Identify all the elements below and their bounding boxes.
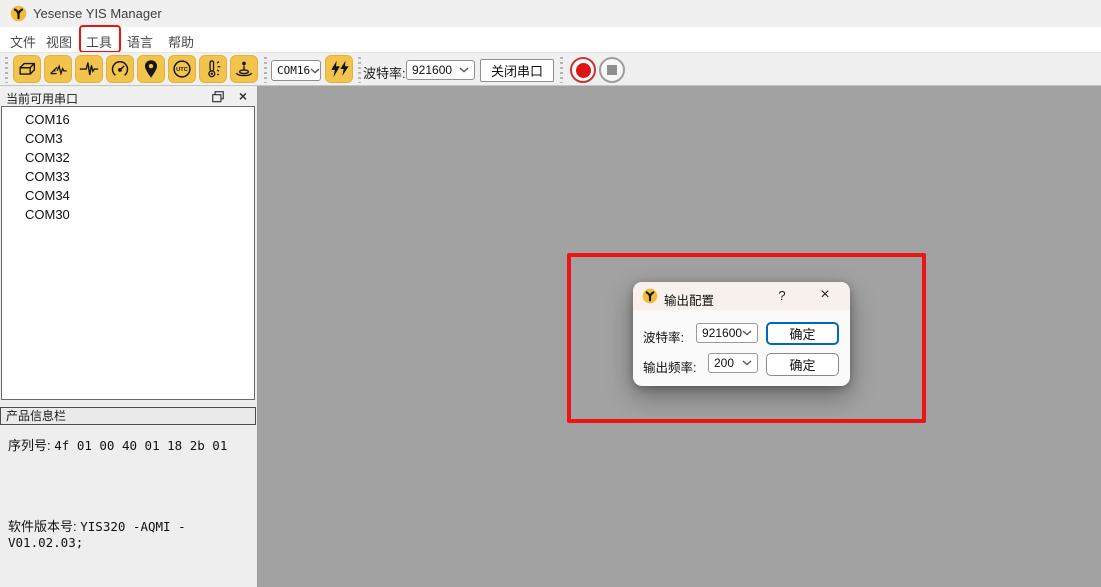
attitude-angle-icon[interactable] [44, 55, 72, 83]
toolbar-grip[interactable] [560, 57, 563, 83]
yesense-logo-icon [642, 288, 658, 304]
stop-button[interactable] [599, 57, 625, 83]
output-config-dialog: 输出配置 ? × 波特率: 921600 确定 输出频率: 200 确定 [633, 282, 850, 386]
menu-file[interactable]: 文件 [10, 32, 36, 51]
dialog-title-bar[interactable]: 输出配置 ? × [633, 282, 850, 310]
refresh-ports-button[interactable] [325, 55, 353, 83]
software-version-row: 软件版本号: YIS320 -AQMI -V01.02.03; [8, 516, 257, 550]
dialog-baud-rate-value: 921600 [702, 326, 742, 340]
window-title: Yesense YIS Manager [33, 6, 162, 21]
record-icon [576, 63, 591, 78]
waveform-icon[interactable] [75, 55, 103, 83]
menu-tools[interactable]: 工具 [86, 32, 112, 51]
menu-bar: 文件 视图 工具 语言 帮助 [0, 27, 1101, 52]
stop-icon [607, 65, 617, 75]
thermometer-icon[interactable] [199, 55, 227, 83]
dialog-output-freq-value: 200 [714, 356, 734, 370]
toolbar: UTC COM16 [0, 52, 1101, 86]
float-panel-icon[interactable] [211, 90, 225, 104]
toolbar-grip[interactable] [5, 57, 8, 83]
svg-text:UTC: UTC [176, 67, 188, 73]
dialog-output-freq-select[interactable]: 200 [708, 353, 758, 373]
port-select-value: COM16 [277, 64, 310, 77]
dock-panel-header: 当前可用串口 × [0, 87, 257, 106]
chevron-down-icon [459, 67, 469, 73]
yesense-logo-icon [10, 5, 27, 22]
serial-number-label: 序列号: [8, 438, 51, 453]
dialog-baud-confirm-button[interactable]: 确定 [766, 322, 839, 345]
dialog-close-button[interactable]: × [816, 286, 834, 304]
dialog-baud-rate-select[interactable]: 921600 [696, 323, 758, 343]
dialog-title: 输出配置 [664, 290, 714, 309]
baud-rate-label: 波特率: [363, 63, 406, 82]
refresh-lightning-icon [328, 58, 350, 80]
toolbar-grip[interactable] [358, 57, 361, 83]
utc-clock-icon[interactable]: UTC [168, 55, 196, 83]
title-bar: Yesense YIS Manager [0, 0, 1101, 27]
product-info-panel-title: 产品信息栏 [0, 407, 256, 425]
list-item-port[interactable]: COM33 [2, 167, 254, 186]
list-item-port[interactable]: COM30 [2, 205, 254, 224]
software-version-label: 软件版本号: [8, 519, 77, 534]
serial-number-value: 4f 01 00 40 01 18 2b 01 [54, 438, 227, 453]
menu-help[interactable]: 帮助 [168, 32, 194, 51]
record-button[interactable] [570, 57, 596, 83]
serial-port-dock-panel: 当前可用串口 × COM16 COM3 COM32 COM33 COM34 CO… [0, 86, 258, 587]
chevron-down-icon [742, 360, 752, 366]
dialog-output-freq-label: 输出频率: [643, 357, 696, 376]
dock-panel-title: 当前可用串口 [6, 90, 78, 107]
list-item-port[interactable]: COM16 [2, 110, 254, 129]
gauge-icon[interactable] [106, 55, 134, 83]
cube-3d-icon[interactable] [13, 55, 41, 83]
list-item-port[interactable]: COM34 [2, 186, 254, 205]
toolbar-grip[interactable] [264, 57, 267, 83]
dialog-freq-confirm-button[interactable]: 确定 [766, 353, 839, 376]
available-ports-list[interactable]: COM16 COM3 COM32 COM33 COM34 COM30 [1, 106, 255, 400]
baud-rate-select[interactable]: 921600 [406, 60, 475, 80]
list-item-port[interactable]: COM3 [2, 129, 254, 148]
app-window: Yesense YIS Manager 文件 视图 工具 语言 帮助 [0, 0, 1101, 587]
close-panel-icon[interactable]: × [239, 88, 247, 104]
menu-language[interactable]: 语言 [127, 32, 153, 51]
chevron-down-icon [742, 330, 752, 336]
serial-number-row: 序列号: 4f 01 00 40 01 18 2b 01 [8, 435, 227, 454]
list-item-port[interactable]: COM32 [2, 148, 254, 167]
port-select[interactable]: COM16 [271, 60, 321, 81]
chevron-down-icon [310, 68, 320, 74]
close-serial-port-button[interactable]: 关闭串口 [480, 59, 554, 82]
dialog-baud-rate-label: 波特率: [643, 327, 684, 346]
antenna-icon[interactable] [230, 55, 258, 83]
baud-rate-value: 921600 [412, 63, 452, 77]
menu-view[interactable]: 视图 [46, 32, 72, 51]
location-pin-icon[interactable] [137, 55, 165, 83]
dialog-help-button[interactable]: ? [774, 288, 790, 303]
